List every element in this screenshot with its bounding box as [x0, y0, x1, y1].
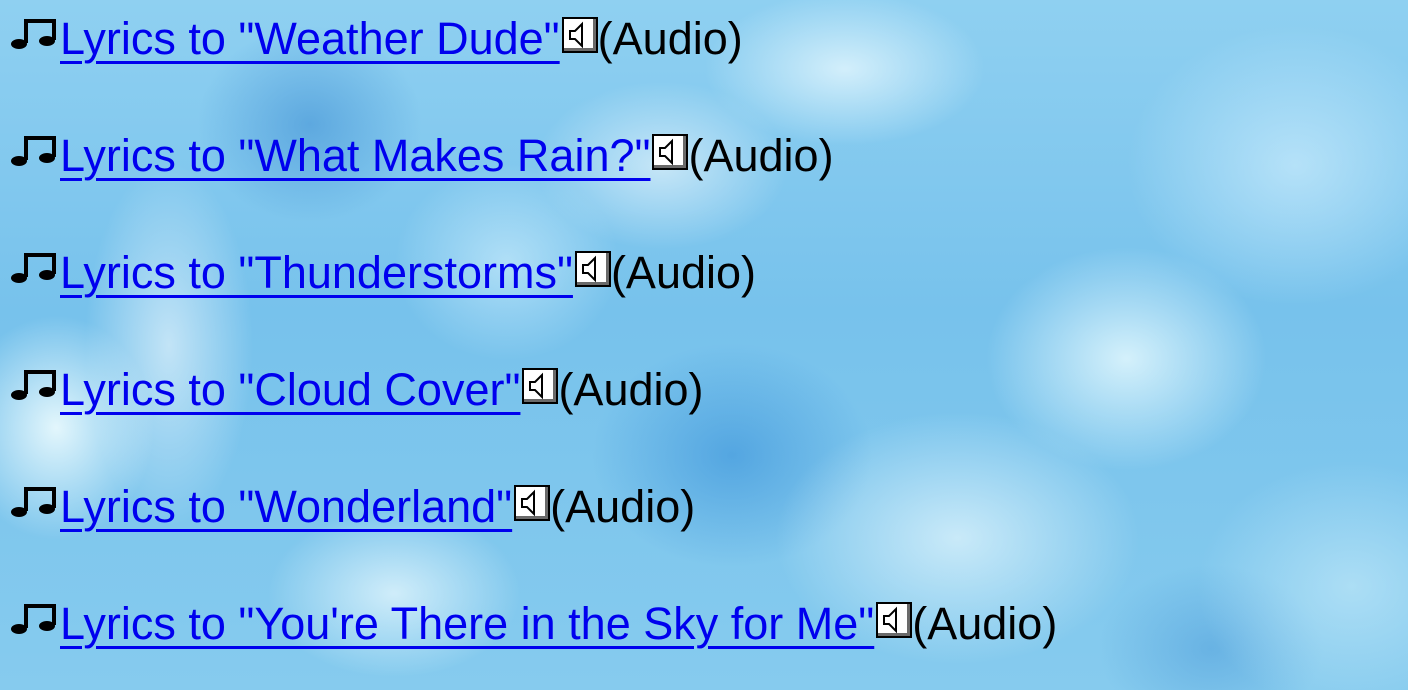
- music-note-icon: [10, 250, 60, 286]
- list-item: Lyrics to "Wonderland" (Audio): [10, 471, 695, 541]
- song-lyrics-link[interactable]: Lyrics to "What Makes Rain?": [60, 133, 650, 178]
- list-item: Lyrics to "Thunderstorms" (Audio): [10, 237, 756, 307]
- audio-label: (Audio): [610, 246, 757, 298]
- audio-label: (Audio): [597, 12, 743, 64]
- list-item: Lyrics to "You're There in the Sky for M…: [10, 588, 1057, 658]
- music-note-icon: [10, 133, 60, 169]
- speaker-icon[interactable]: [522, 368, 559, 404]
- speaker-icon[interactable]: [652, 134, 689, 170]
- music-note-icon: [10, 367, 60, 403]
- speaker-icon[interactable]: [876, 602, 913, 638]
- list-item: Lyrics to "Weather Dude" (Audio): [10, 3, 743, 73]
- music-note-icon: [10, 601, 60, 637]
- audio-label: (Audio): [912, 597, 1058, 649]
- audio-label: (Audio): [558, 363, 704, 415]
- music-note-icon: [10, 484, 60, 520]
- song-list: Lyrics to "Weather Dude" (Audio) Lyrics …: [0, 0, 1408, 690]
- song-lyrics-link[interactable]: Lyrics to "Cloud Cover": [60, 367, 520, 412]
- song-lyrics-link[interactable]: Lyrics to "Wonderland": [60, 484, 512, 529]
- speaker-icon[interactable]: [561, 17, 598, 53]
- list-item: Lyrics to "Cloud Cover" (Audio): [10, 354, 704, 424]
- speaker-icon[interactable]: [574, 251, 611, 287]
- music-note-icon: [10, 16, 60, 52]
- list-item: Lyrics to "What Makes Rain?" (Audio): [10, 120, 834, 190]
- song-lyrics-link[interactable]: Lyrics to "Weather Dude": [60, 16, 560, 61]
- audio-label: (Audio): [550, 480, 696, 532]
- audio-label: (Audio): [688, 129, 834, 181]
- song-lyrics-link[interactable]: Lyrics to "You're There in the Sky for M…: [60, 601, 874, 646]
- song-lyrics-link[interactable]: Lyrics to "Thunderstorms": [60, 250, 573, 295]
- speaker-icon[interactable]: [514, 485, 551, 521]
